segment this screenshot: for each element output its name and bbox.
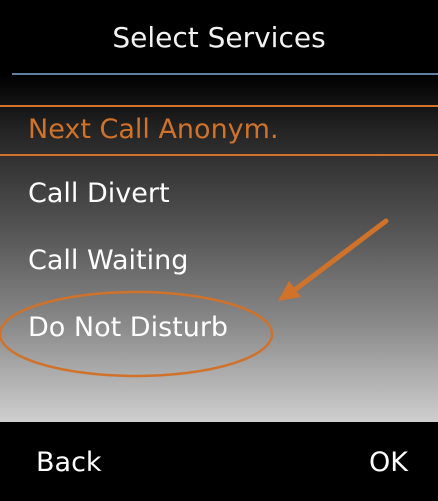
menu-item-call-divert[interactable]: Call Divert (28, 176, 170, 212)
selection-top-border (0, 105, 438, 107)
back-softkey[interactable]: Back (36, 446, 102, 480)
menu-item-next-call-anonym[interactable]: Next Call Anonym. (28, 112, 279, 148)
selection-bottom-border (0, 154, 438, 156)
ok-softkey[interactable]: OK (369, 446, 408, 480)
menu-list: Next Call Anonym. Call Divert Call Waiti… (0, 75, 438, 422)
menu-item-do-not-disturb[interactable]: Do Not Disturb (28, 310, 228, 346)
softkey-bar: Back OK (0, 422, 438, 501)
page-title: Select Services (112, 21, 326, 54)
menu-item-call-waiting[interactable]: Call Waiting (28, 243, 188, 279)
phone-screen: Select Services Next Call Anonym. Call D… (0, 0, 438, 501)
header: Select Services (0, 0, 438, 75)
